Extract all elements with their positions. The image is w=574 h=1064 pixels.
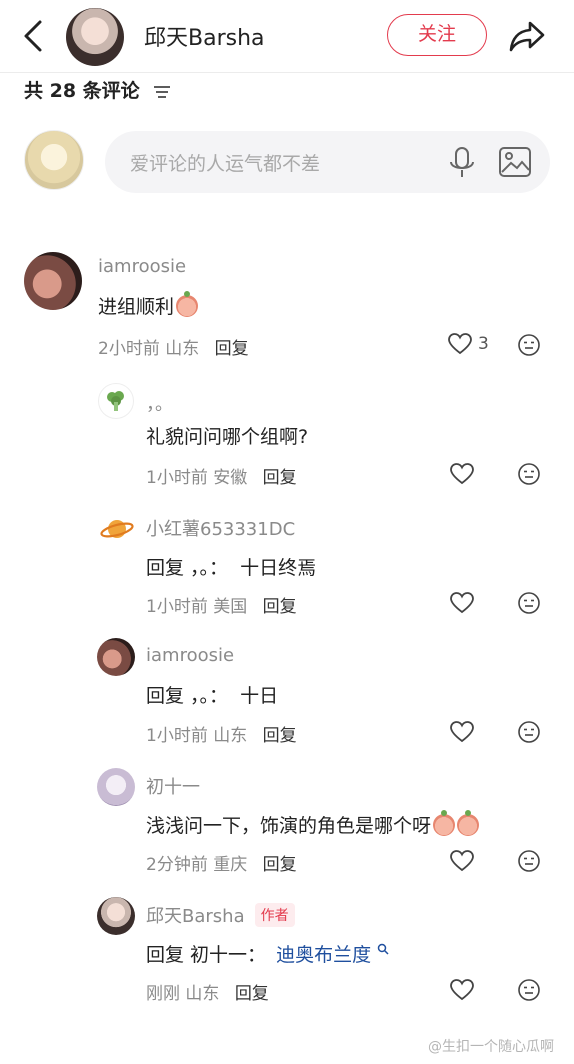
header-divider <box>0 72 574 73</box>
emoji-reaction-icon[interactable] <box>517 849 541 873</box>
emoji-reaction-icon[interactable] <box>517 462 541 486</box>
comment-input[interactable]: 爱评论的人运气都不差 <box>105 131 550 193</box>
like-heart-icon[interactable] <box>450 463 474 485</box>
top-bar: 邱天Barsha 关注 <box>0 0 574 72</box>
sort-icon[interactable] <box>152 83 172 101</box>
comment-meta: 1小时前 山东 回复 <box>146 726 297 746</box>
comment-text: 进组顺利 <box>98 291 199 319</box>
reply-button[interactable]: 回复 <box>235 984 269 1004</box>
reply-button[interactable]: 回复 <box>263 597 297 617</box>
commenter-name[interactable]: 邱天Barsha 作者 <box>146 902 295 928</box>
broccoli-icon <box>107 391 124 411</box>
comment-count: 共 28 条评论 <box>24 80 140 102</box>
commenter-name[interactable]: 小红薯653331DC <box>146 515 295 541</box>
my-avatar <box>24 130 84 190</box>
search-link[interactable]: 迪奥布兰度 <box>276 944 371 966</box>
reply-button[interactable]: 回复 <box>215 339 249 359</box>
commenter-name[interactable]: 初十一 <box>146 773 200 799</box>
back-arrow-icon[interactable] <box>18 18 48 54</box>
reply-button[interactable]: 回复 <box>263 855 297 875</box>
watermark: @生扣一个随心瓜啊 <box>428 1039 554 1055</box>
author-name[interactable]: 邱天Barsha <box>144 20 265 52</box>
commenter-avatar[interactable] <box>24 252 82 310</box>
planet-icon <box>100 520 134 538</box>
like-heart-icon[interactable] <box>448 333 472 355</box>
reply-prefix: 回复 ，。： <box>146 685 229 707</box>
comment-text: 回复 ，。： 十日终焉 <box>146 557 317 579</box>
reply-button[interactable]: 回复 <box>263 468 297 488</box>
peach-emoji-icon <box>433 810 456 836</box>
image-icon[interactable] <box>498 146 532 178</box>
comment-meta: 2小时前 山东 回复 <box>98 339 249 359</box>
emoji-reaction-icon[interactable] <box>517 591 541 615</box>
commenter-avatar[interactable] <box>98 383 134 419</box>
author-badge: 作者 <box>254 903 295 927</box>
comment-meta: 2分钟前 重庆 回复 <box>146 855 297 875</box>
like-heart-icon[interactable] <box>450 850 474 872</box>
commenter-name[interactable]: iamroosie <box>98 256 186 277</box>
commenter-avatar[interactable] <box>98 510 136 548</box>
emoji-reaction-icon[interactable] <box>517 333 541 357</box>
comment-input-placeholder: 爱评论的人运气都不差 <box>130 153 321 175</box>
peach-emoji-icon <box>176 291 199 317</box>
follow-button[interactable]: 关注 <box>387 14 487 56</box>
comment-count-row: 共 28 条评论 <box>24 76 172 103</box>
reply-button[interactable]: 回复 <box>263 726 297 746</box>
author-avatar[interactable] <box>66 8 124 66</box>
like-count: 3 <box>478 334 489 354</box>
comment-text: 浅浅问一下，饰演的角色是哪个呀 <box>146 810 480 838</box>
microphone-icon[interactable] <box>447 146 477 180</box>
commenter-avatar[interactable] <box>97 638 135 676</box>
comment-text: 礼貌问问哪个组啊? <box>146 426 309 448</box>
peach-emoji-icon <box>457 810 480 836</box>
search-icon[interactable] <box>377 943 389 955</box>
commenter-avatar[interactable] <box>97 897 135 935</box>
like-heart-icon[interactable] <box>450 592 474 614</box>
comment-meta: 1小时前 美国 回复 <box>146 597 297 617</box>
commenter-name[interactable]: ，。 <box>146 390 173 416</box>
comment-meta: 1小时前 安徽 回复 <box>146 468 297 488</box>
like-heart-icon[interactable] <box>450 979 474 1001</box>
comment-text: 回复 ，。： 十日 <box>146 685 279 707</box>
comment-meta: 刚刚 山东 回复 <box>146 984 269 1004</box>
emoji-reaction-icon[interactable] <box>517 720 541 744</box>
share-icon[interactable] <box>508 18 546 54</box>
reply-prefix: 回复 ，。： <box>146 557 229 579</box>
like-heart-icon[interactable] <box>450 721 474 743</box>
emoji-reaction-icon[interactable] <box>517 978 541 1002</box>
reply-prefix: 回复 初十一： <box>146 944 267 966</box>
commenter-name[interactable]: iamroosie <box>146 645 234 666</box>
comment-text: 回复 初十一： 迪奥布兰度 <box>146 940 389 967</box>
commenter-avatar[interactable] <box>97 768 135 806</box>
